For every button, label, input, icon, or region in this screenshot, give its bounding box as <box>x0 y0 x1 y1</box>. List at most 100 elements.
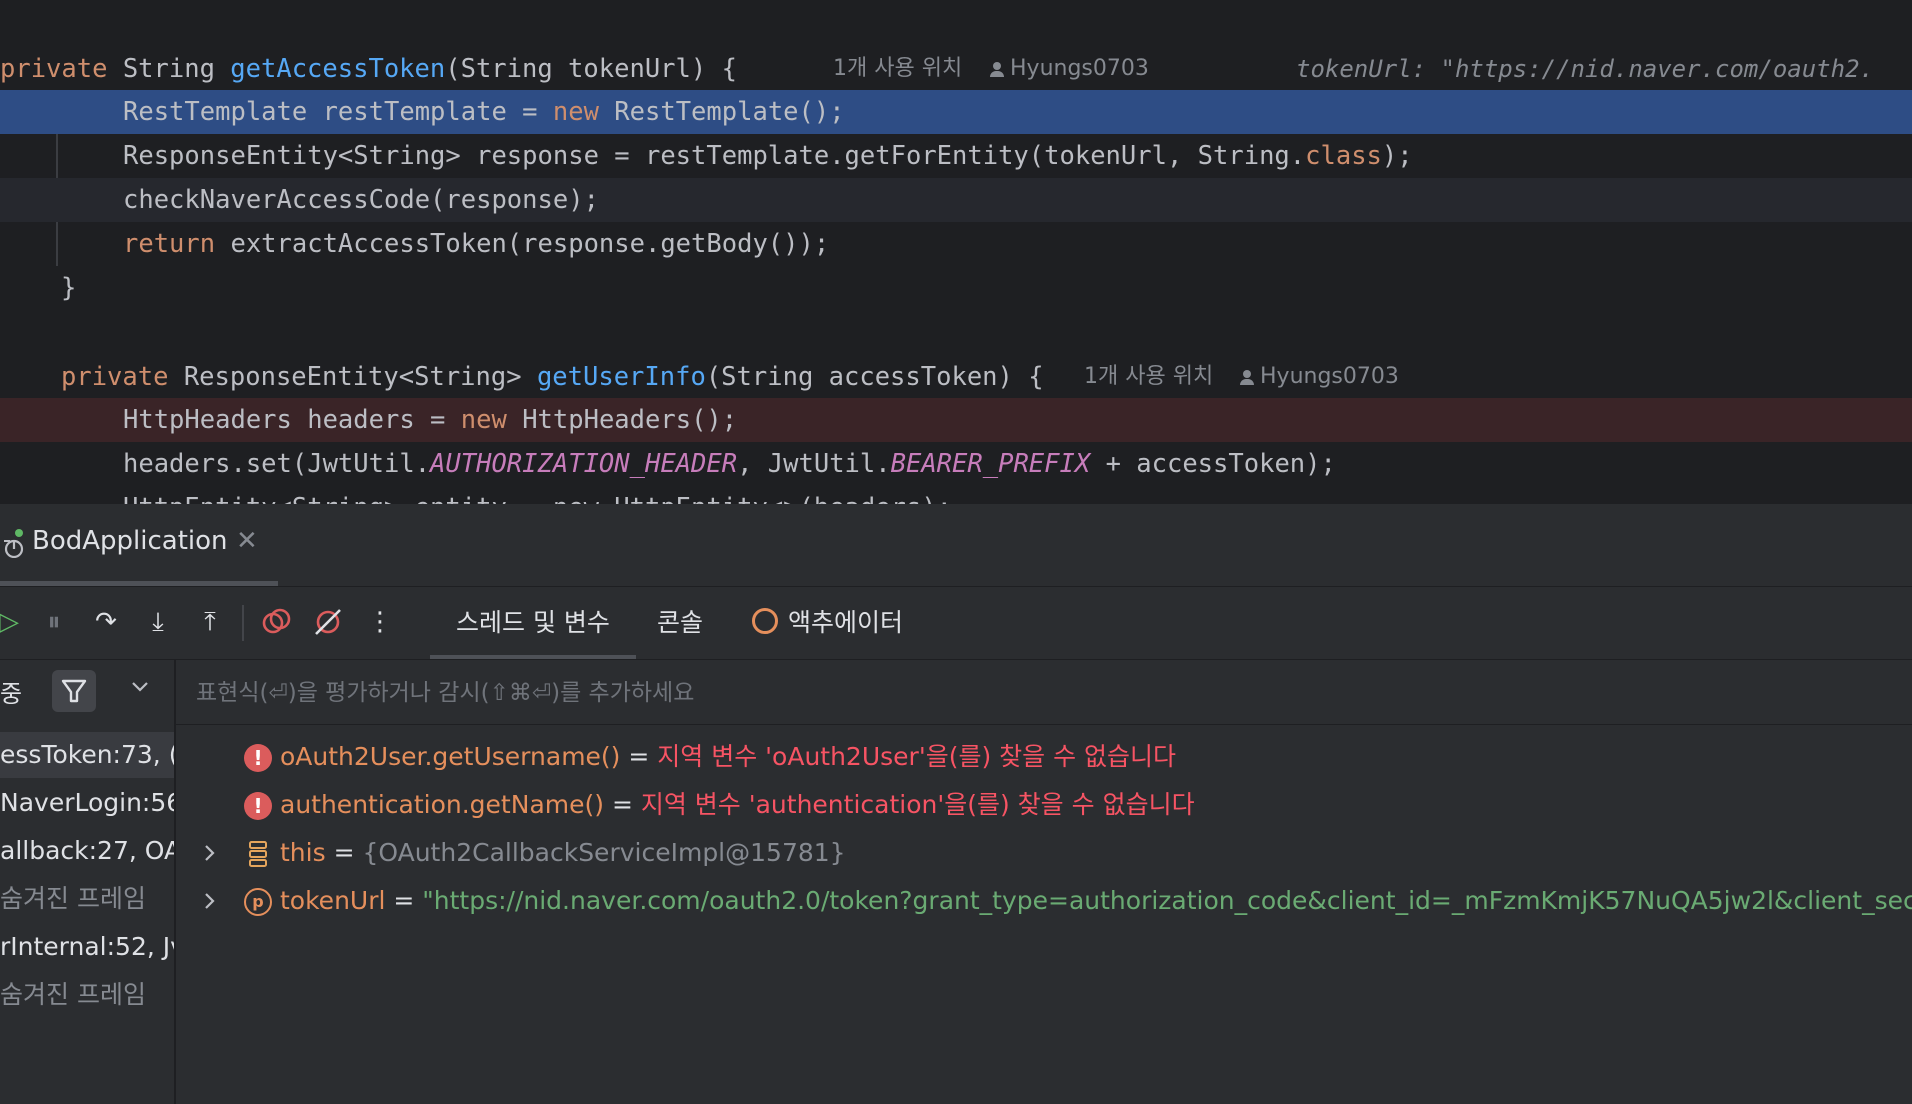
frame-hidden[interactable]: 숨겨진 프레임 <box>0 972 174 1018</box>
code-line-method-signature[interactable]: private String getAccessToken(String tok… <box>0 47 1912 91</box>
code-text: headers.set(JwtUtil.AUTHORIZATION_HEADER… <box>123 442 1336 486</box>
spring-boot-debug-icon <box>4 529 24 558</box>
frame-item[interactable]: NaverLogin:56 <box>0 780 174 826</box>
thread-status[interactable]: 중 <box>0 674 22 709</box>
var-name: this <box>280 838 326 867</box>
code-token: private <box>61 362 184 392</box>
chevron-right-icon[interactable] <box>200 878 220 924</box>
user-icon <box>1240 369 1254 385</box>
author-hint[interactable]: Hyungs0703 <box>1240 355 1399 399</box>
debug-session-tab[interactable]: BodApplication ✕ <box>0 504 278 586</box>
chevron-down-icon[interactable] <box>128 674 152 698</box>
filter-icon <box>61 679 87 703</box>
code-token: } <box>61 273 77 303</box>
frame-item[interactable]: essToken:73, ( <box>0 732 174 778</box>
var-value: "https://nid.naver.com/oauth2.0/token?gr… <box>422 886 1912 915</box>
code-line[interactable]: } <box>0 266 1912 310</box>
code-token: ResponseEntity<String> <box>183 362 537 392</box>
variable-row-this[interactable]: this = {OAuth2CallbackServiceImpl@15781} <box>176 830 1912 876</box>
code-text: return extractAccessToken(response.getBo… <box>123 222 829 266</box>
code-line[interactable]: ResponseEntity<String> response = restTe… <box>0 134 1912 178</box>
code-token: RestTemplate restTemplate = <box>123 97 553 127</box>
code-token: private <box>0 54 123 84</box>
variables-panel: ! oAuth2User.getUsername() = 지역 변수 'oAut… <box>176 660 1912 1104</box>
error-icon: ! <box>244 744 272 772</box>
var-eq: = <box>325 838 363 867</box>
tab-actuator[interactable]: 액추에이터 <box>752 587 903 659</box>
field-stack-icon <box>249 841 267 867</box>
code-token: String <box>122 54 231 84</box>
code-line[interactable]: headers.set(JwtUtil.AUTHORIZATION_HEADER… <box>0 442 1912 486</box>
code-text: HttpEntity<String> entity = new HttpEnti… <box>123 486 952 504</box>
parameter-icon: p <box>244 888 272 916</box>
code-token: getAccessToken <box>230 54 446 84</box>
code-line-partial[interactable]: HttpEntity<String> entity = new HttpEnti… <box>0 486 1912 504</box>
view-breakpoints-icon[interactable] <box>259 605 293 639</box>
tab-threads-variables[interactable]: 스레드 및 변수 <box>430 587 636 659</box>
code-token: + accessToken); <box>1090 449 1336 479</box>
step-into-icon[interactable]: ⤓ <box>141 605 175 639</box>
code-token: return <box>123 229 231 259</box>
frame-hidden[interactable]: 숨겨진 프레임 <box>0 876 174 922</box>
var-error: 지역 변수 'oAuth2User'을(를) 찾을 수 없습니다 <box>657 742 1177 771</box>
more-options-icon[interactable]: ⋮ <box>363 605 397 639</box>
mute-breakpoints-icon[interactable] <box>311 605 345 639</box>
var-name: authentication.getName() <box>280 790 604 819</box>
close-icon[interactable]: ✕ <box>236 526 258 556</box>
code-token: class <box>1305 141 1382 171</box>
debug-session-bar: BodApplication ✕ <box>0 504 1912 587</box>
code-token: AUTHORIZATION_HEADER <box>430 449 738 479</box>
code-line[interactable]: return extractAccessToken(response.getBo… <box>0 222 1912 266</box>
code-text: ResponseEntity<String> response = restTe… <box>123 134 1413 178</box>
code-token: new <box>460 405 523 435</box>
code-line-execution-point[interactable]: RestTemplate restTemplate = new RestTemp… <box>0 90 1912 134</box>
code-line-caret[interactable]: checkNaverAccessCode(response); <box>0 178 1912 222</box>
tab-console[interactable]: 콘솔 <box>657 587 703 659</box>
debug-toolbar: ▷ ⏸ ↷ ⤓ ⤒ ⋮ 스레드 및 변수 콘솔 액추에이터 <box>0 587 1912 660</box>
code-line-method-signature[interactable]: private ResponseEntity<String> getUserIn… <box>0 355 1912 399</box>
code-token: HttpHeaders(); <box>522 405 738 435</box>
toolbar-separator <box>242 605 244 641</box>
debug-session-label: BodApplication <box>32 526 228 556</box>
code-text: HttpHeaders headers = new HttpHeaders(); <box>123 398 737 442</box>
var-eq: = <box>620 742 658 771</box>
step-over-icon[interactable]: ↷ <box>89 605 123 639</box>
frame-item[interactable]: allback:27, OA <box>0 828 174 874</box>
step-out-icon[interactable]: ⤒ <box>193 605 227 639</box>
var-value: {OAuth2CallbackServiceImpl@15781} <box>362 838 846 867</box>
var-name: oAuth2User.getUsername() <box>280 742 621 771</box>
watch-error-row[interactable]: ! authentication.getName() = 지역 변수 'auth… <box>176 782 1912 828</box>
code-line-breakpoint[interactable]: HttpHeaders headers = new HttpHeaders(); <box>0 398 1912 442</box>
usages-hint[interactable]: 1개 사용 위치 <box>833 47 962 91</box>
evaluate-expression-bar <box>176 660 1912 725</box>
var-name: tokenUrl <box>280 886 386 915</box>
frames-panel: 중 essToken:73, ( NaverLogin:56 allback:2… <box>0 660 176 1104</box>
resume-icon[interactable]: ▷ <box>0 605 26 639</box>
code-token: (String accessToken) { <box>705 362 1044 392</box>
code-text: private ResponseEntity<String> getUserIn… <box>61 355 1044 399</box>
code-token: checkNaverAccessCode(response); <box>123 185 599 215</box>
pause-icon[interactable]: ⏸ <box>37 605 71 639</box>
author-hint[interactable]: Hyungs0703 <box>990 47 1149 91</box>
code-token: getUserInfo <box>536 362 706 392</box>
filter-button[interactable] <box>52 670 96 712</box>
var-eq: = <box>604 790 641 819</box>
code-token: ResponseEntity<String> response = restTe… <box>123 141 1306 171</box>
error-icon: ! <box>244 792 272 820</box>
evaluate-expression-input[interactable] <box>194 670 1798 716</box>
frames-header: 중 <box>0 660 174 726</box>
debug-tool-window: BodApplication ✕ ▷ ⏸ ↷ ⤓ ⤒ ⋮ 스레드 및 변수 콘솔… <box>0 504 1912 1104</box>
code-token: BEARER_PREFIX <box>890 449 1091 479</box>
variable-row-tokenUrl[interactable]: p tokenUrl = "https://nid.naver.com/oaut… <box>176 878 1912 924</box>
code-editor[interactable]: private String getAccessToken(String tok… <box>0 0 1912 504</box>
chevron-right-icon[interactable] <box>200 830 220 876</box>
usages-hint[interactable]: 1개 사용 위치 <box>1084 355 1213 399</box>
code-token: HttpEntity<String> entity = new HttpEnti… <box>123 493 952 504</box>
code-token: new <box>552 97 615 127</box>
author-name: Hyungs0703 <box>1010 56 1149 81</box>
code-token: , JwtUtil. <box>737 449 891 479</box>
frame-item[interactable]: rInternal:52, Jv <box>0 924 174 970</box>
code-token: ); <box>1381 141 1413 171</box>
inline-debug-value: tokenUrl: "https://nid.naver.com/oauth2. <box>1296 55 1874 83</box>
watch-error-row[interactable]: ! oAuth2User.getUsername() = 지역 변수 'oAut… <box>176 734 1912 780</box>
